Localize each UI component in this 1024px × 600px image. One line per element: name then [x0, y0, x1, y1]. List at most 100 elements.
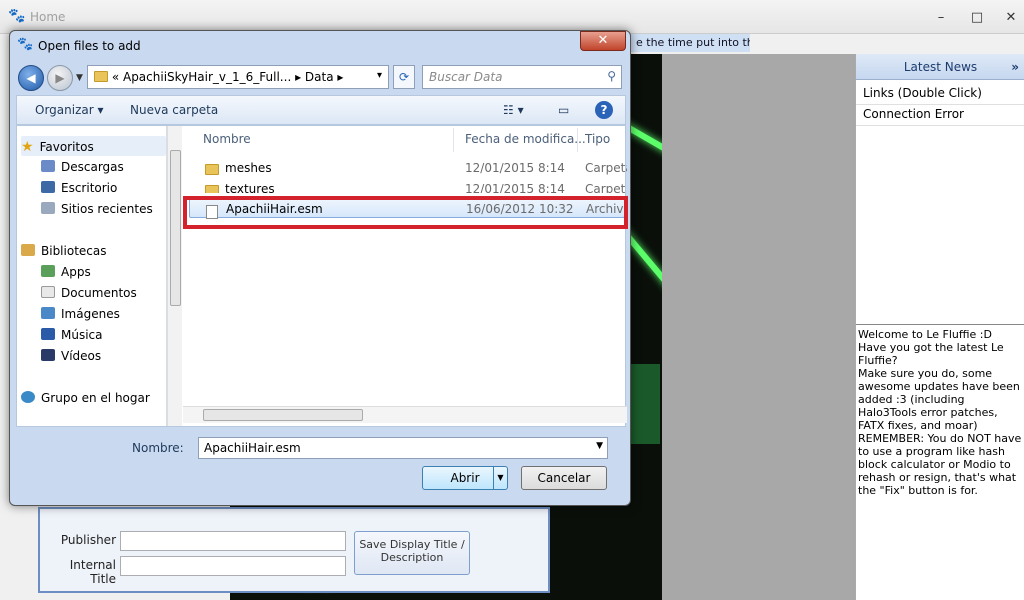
nav-item-documentos[interactable]: Documentos: [41, 283, 166, 303]
nav-scrollbar-thumb[interactable]: [170, 150, 181, 306]
search-icon[interactable]: ⚲: [607, 69, 616, 83]
nav-label: Descargas: [61, 160, 124, 174]
save-display-title-button[interactable]: Save Display Title / Description: [354, 531, 470, 575]
new-folder-button[interactable]: Nueva carpeta: [130, 103, 218, 117]
welcome-text: Welcome to Le Fluffie :D Have you got th…: [856, 324, 1024, 600]
desktop-icon: [41, 181, 55, 193]
libraries-icon: [21, 244, 35, 256]
organize-menu[interactable]: Organizar ▾: [35, 103, 104, 117]
file-row-textures[interactable]: textures 12/01/2015 8:14 Carpeta d: [189, 179, 625, 193]
videos-icon: [41, 349, 55, 361]
nav-item-imagenes[interactable]: Imágenes: [41, 304, 166, 324]
nav-item-escritorio[interactable]: Escritorio: [41, 178, 166, 198]
file-list: Nombre Fecha de modifica... Tipo meshes …: [183, 126, 627, 426]
nav-label: Documentos: [61, 286, 137, 300]
nav-label: Escritorio: [61, 181, 118, 195]
news-panel: Latest News » Links (Double Click) Conne…: [855, 54, 1024, 600]
paw-icon: 🐾: [8, 8, 26, 24]
file-type: Carpeta d: [585, 182, 625, 193]
metadata-form: Publisher Internal Title Save Display Ti…: [38, 507, 550, 593]
internal-title-input[interactable]: [120, 556, 346, 576]
expand-arrow-icon[interactable]: »: [1011, 54, 1019, 80]
internal-title-label: Internal Title: [69, 558, 116, 586]
empty-area: [662, 54, 855, 600]
nav-favorites-label: Favoritos: [39, 140, 94, 154]
file-type: Carpeta d: [585, 161, 627, 175]
filename-value: ApachiiHair.esm: [204, 441, 301, 455]
column-header-name[interactable]: Nombre: [203, 132, 251, 146]
open-button[interactable]: Abrir ▼: [422, 466, 508, 490]
nav-item-videos[interactable]: Vídeos: [41, 346, 166, 366]
news-item-connection-error[interactable]: Connection Error: [856, 103, 1024, 126]
news-item-links[interactable]: Links (Double Click): [856, 82, 1024, 105]
music-icon: [41, 328, 55, 340]
nav-favorites[interactable]: ★ Favoritos: [21, 136, 166, 156]
nav-scrollbar[interactable]: [167, 126, 182, 426]
dialog-toolbar: Organizar ▾ Nueva carpeta ☷ ▾ ▭ ?: [16, 95, 626, 125]
nav-label: Imágenes: [61, 307, 120, 321]
publisher-label: Publisher: [60, 533, 116, 547]
forward-arrow-icon[interactable]: ▶: [47, 65, 73, 91]
filename-label: Nombre:: [132, 441, 184, 455]
info-banner: e the time put into this: [630, 34, 750, 52]
nav-libraries[interactable]: Bibliotecas: [21, 241, 166, 261]
address-bar[interactable]: « ApachiiSkyHair_v_1_6_Full... ▸ Data ▸ …: [87, 65, 389, 89]
column-header-type[interactable]: Tipo: [585, 132, 610, 146]
nav-libraries-label: Bibliotecas: [41, 244, 107, 258]
file-list-hscrollbar[interactable]: [183, 406, 627, 423]
main-window-title: Home: [30, 10, 66, 24]
file-date: 12/01/2015 8:14: [465, 182, 565, 193]
open-file-dialog: 🐾 Open files to add ✕ ◀ ▶ ▼ « ApachiiSky…: [9, 30, 631, 506]
documents-icon: [41, 286, 55, 298]
view-options-icon[interactable]: ☷ ▾: [503, 103, 524, 117]
file-name: meshes: [225, 161, 272, 175]
nav-label: Música: [61, 328, 103, 342]
nav-item-musica[interactable]: Música: [41, 325, 166, 345]
chevron-down-icon[interactable]: ▼: [596, 441, 603, 451]
open-split-dropdown-icon[interactable]: ▼: [493, 467, 507, 489]
column-separator[interactable]: [577, 128, 578, 152]
help-icon[interactable]: ?: [595, 101, 613, 119]
nav-homegroup-label: Grupo en el hogar: [41, 391, 150, 405]
maximize-button[interactable]: □: [966, 10, 988, 26]
file-row-meshes[interactable]: meshes 12/01/2015 8:14 Carpeta d: [189, 158, 627, 178]
filename-input[interactable]: ApachiiHair.esm ▼: [198, 437, 608, 459]
dialog-close-button[interactable]: ✕: [580, 31, 626, 51]
recent-places-icon: [41, 202, 55, 214]
hscrollbar-thumb[interactable]: [203, 409, 363, 421]
open-button-label: Abrir: [450, 471, 480, 485]
dialog-title: Open files to add: [38, 39, 141, 53]
column-header-date[interactable]: Fecha de modifica...: [465, 132, 586, 146]
back-arrow-icon[interactable]: ◀: [18, 65, 44, 91]
downloads-icon: [41, 160, 55, 172]
close-button[interactable]: ✕: [1000, 10, 1022, 26]
cancel-button[interactable]: Cancelar: [521, 466, 607, 490]
nav-item-descargas[interactable]: Descargas: [41, 157, 166, 177]
news-header-label: Latest News: [903, 60, 978, 74]
address-dropdown-icon[interactable]: ▾: [377, 70, 382, 81]
annotation-highlight-box: [183, 196, 628, 229]
star-icon: ★: [21, 139, 34, 155]
nav-homegroup[interactable]: Grupo en el hogar: [21, 388, 166, 408]
dialog-body: ★ Favoritos Descargas Escritorio Sitios r…: [16, 125, 627, 427]
nav-item-sitios-recientes[interactable]: Sitios recientes: [41, 199, 166, 219]
column-separator[interactable]: [453, 128, 454, 152]
news-header[interactable]: Latest News »: [856, 54, 1024, 80]
publisher-input[interactable]: [120, 531, 346, 551]
nav-item-apps[interactable]: Apps: [41, 262, 166, 282]
nav-label: Sitios recientes: [61, 202, 153, 216]
minimize-button[interactable]: –: [930, 10, 952, 26]
search-input[interactable]: Buscar Data ⚲: [422, 65, 622, 89]
apps-icon: [41, 265, 55, 277]
paw-icon: 🐾: [17, 37, 34, 52]
file-name: textures: [225, 182, 275, 193]
pictures-icon: [41, 307, 55, 319]
preview-pane-icon[interactable]: ▭: [558, 103, 569, 117]
search-placeholder: Buscar Data: [429, 70, 503, 84]
folder-icon: [94, 71, 108, 82]
file-date: 12/01/2015 8:14: [465, 161, 565, 175]
refresh-icon[interactable]: ⟳: [393, 65, 415, 89]
history-dropdown-icon[interactable]: ▼: [76, 73, 83, 83]
nav-label: Apps: [61, 265, 91, 279]
nav-label: Vídeos: [61, 349, 102, 363]
